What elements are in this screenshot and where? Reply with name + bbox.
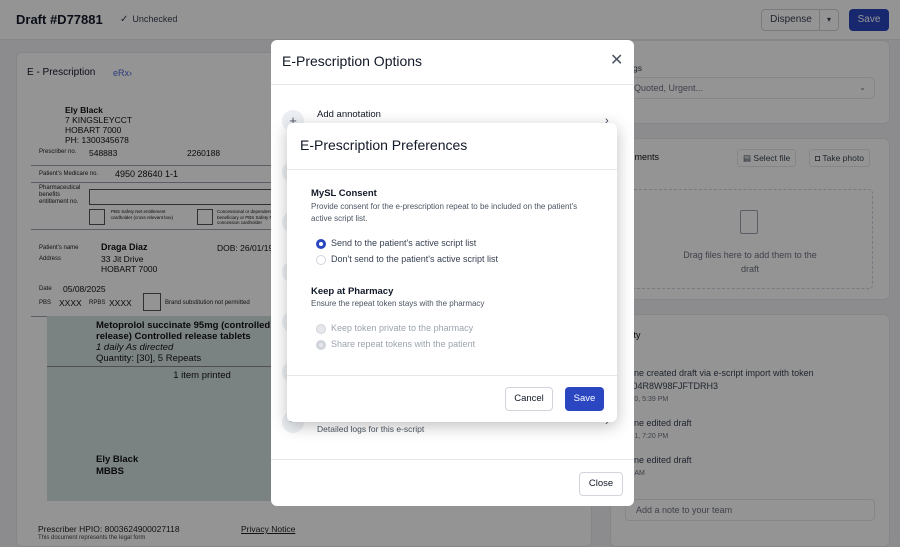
dont-send-to-active-list-label[interactable]: Don't send to the patient's active scrip… xyxy=(331,254,498,264)
divider xyxy=(271,459,634,460)
eprescription-preferences-modal: E-Prescription Preferences MySL Consent … xyxy=(287,123,617,422)
dont-send-to-active-list-radio[interactable] xyxy=(316,255,326,265)
save-preferences-button[interactable]: Save xyxy=(565,387,604,411)
divider xyxy=(287,169,617,170)
preferences-modal-title: E-Prescription Preferences xyxy=(300,137,468,153)
add-annotation-option[interactable]: Add annotation xyxy=(317,109,381,120)
divider xyxy=(271,84,634,85)
keep-at-pharmacy-description: Ensure the repeat token stays with the p… xyxy=(311,299,485,308)
close-button[interactable]: Close xyxy=(579,472,623,496)
keep-token-private-radio[interactable] xyxy=(316,324,326,334)
keep-token-private-label[interactable]: Keep token private to the pharmacy xyxy=(331,323,473,333)
mysl-consent-description: Provide consent for the e-prescription r… xyxy=(311,202,578,223)
divider xyxy=(287,375,617,376)
logs-option-description: Detailed logs for this e-script xyxy=(317,424,425,434)
keep-at-pharmacy-title: Keep at Pharmacy xyxy=(311,286,394,297)
share-repeat-tokens-radio[interactable] xyxy=(316,340,326,350)
share-repeat-tokens-label[interactable]: Share repeat tokens with the patient xyxy=(331,339,475,349)
send-to-active-list-radio[interactable] xyxy=(316,239,326,249)
close-icon[interactable]: ✕ xyxy=(610,53,623,69)
send-to-active-list-label[interactable]: Send to the patient's active script list xyxy=(331,238,476,248)
mysl-consent-title: MySL Consent xyxy=(311,188,377,199)
options-modal-title: E-Prescription Options xyxy=(282,53,423,69)
cancel-button[interactable]: Cancel xyxy=(505,387,553,411)
